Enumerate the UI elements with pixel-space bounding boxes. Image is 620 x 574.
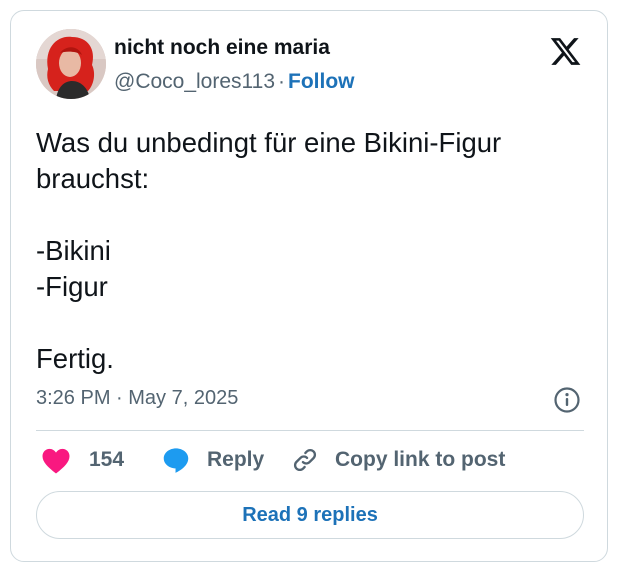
like-count: 154 [89,448,125,471]
copy-link-label: Copy link to post [335,448,506,471]
copy-link-button[interactable]: Copy link to post [291,445,505,475]
divider [36,430,584,431]
follow-button[interactable]: Follow [288,70,355,93]
tweet-card: nicht noch eine maria @Coco_lores113 · Fol… [10,10,608,562]
tweet-timestamp[interactable]: 3:26 PM · May 7, 2025 [36,387,238,410]
avatar[interactable] [36,29,106,99]
separator-dot: · [278,70,286,93]
like-button[interactable]: 154 [41,445,124,475]
action-bar: 154 Reply Copy link to post [36,445,584,475]
link-icon [293,448,317,472]
info-icon[interactable] [553,386,581,414]
x-logo-icon-svg [550,38,581,65]
handle-row: @Coco_lores113 · Follow [114,70,355,94]
reply-label: Reply [207,448,265,471]
reply-button[interactable]: Reply [161,445,264,475]
heart-icon [42,448,70,474]
tweet-text: Was du unbedingt für eine Bikini-Figur b… [36,127,502,374]
info-icon-svg [554,387,580,413]
read-replies-button[interactable]: Read 9 replies [36,491,584,539]
author-name[interactable]: nicht noch eine maria [114,36,330,60]
speech-bubble-icon [163,448,189,473]
author-handle[interactable]: @Coco_lores113 [114,70,275,93]
avatar-image [36,29,106,99]
x-logo-icon[interactable] [549,35,582,68]
